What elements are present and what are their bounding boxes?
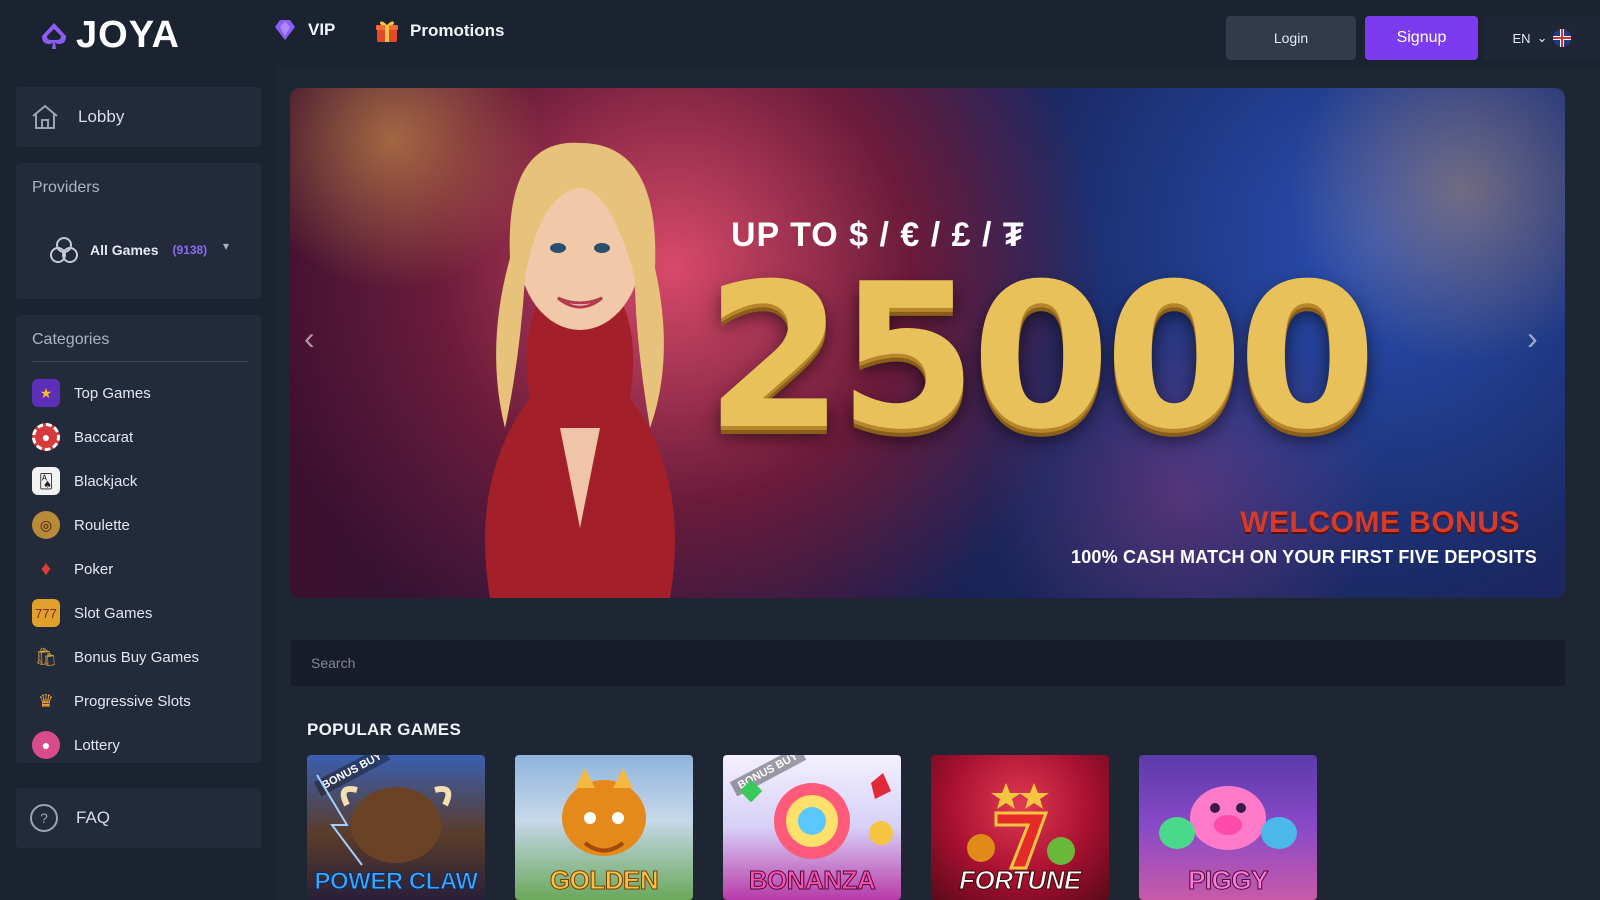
category-lottery[interactable]: ● Lottery <box>32 723 199 767</box>
category-label: Blackjack <box>74 472 138 490</box>
game-card-bonanza-billion[interactable]: BONUS BUY BONANZA <box>723 755 901 900</box>
game-card-fortune[interactable]: FORTUNE <box>931 755 1109 900</box>
all-games-selector[interactable]: All Games (9138) <box>48 235 207 265</box>
language-code: EN <box>1512 30 1531 46</box>
dragon-illustration <box>562 768 646 856</box>
category-poker[interactable]: ♦ Poker <box>32 547 199 591</box>
category-label: Slot Games <box>74 604 153 622</box>
categories-title: Categories <box>32 331 110 348</box>
category-label: Roulette <box>74 516 130 534</box>
popular-games-title: POPULAR GAMES <box>307 720 462 739</box>
category-label: Baccarat <box>74 428 134 446</box>
game-title: PIGGY <box>1188 865 1269 896</box>
uk-flag-icon <box>1553 29 1572 47</box>
banner-amount: 25000 <box>705 241 1377 474</box>
lottery-ball-icon: ● <box>32 731 60 759</box>
category-baccarat[interactable]: ● Baccarat <box>32 415 199 459</box>
banner-match: 100% CASH MATCH ON YOUR FIRST FIVE DEPOS… <box>1070 547 1537 567</box>
star-icon: ★ <box>32 379 60 407</box>
category-progressive-slots[interactable]: ♛ Progressive Slots <box>32 679 199 723</box>
category-label: Bonus Buy Games <box>74 648 200 666</box>
chevron-down-icon: ⌄ <box>1536 30 1548 45</box>
game-title: POWER CLAW <box>314 868 479 896</box>
poker-suit-icon: ♦ <box>40 557 52 580</box>
brand-logo[interactable]: JOYA <box>38 14 180 57</box>
bonus-buy-icon: 🛍 <box>34 646 58 667</box>
game-title: FORTUNE <box>959 865 1082 896</box>
question-icon: ? <box>30 804 58 832</box>
signup-button[interactable]: Signup <box>1365 16 1478 60</box>
candy-illustration <box>739 773 893 859</box>
piggy-bank-illustration <box>1159 786 1297 850</box>
providers-icon <box>50 237 78 263</box>
category-label: Lottery <box>74 736 120 754</box>
game-title: GOLDEN <box>549 865 659 896</box>
faq-label: FAQ <box>76 808 111 827</box>
providers-title: Providers <box>32 179 100 196</box>
categories-panel: Categories ★ Top Games ● Baccarat 🂡 Blac… <box>16 315 261 763</box>
model-illustration <box>485 142 675 598</box>
game-card-piggy-coins[interactable]: PIGGY <box>1139 755 1317 900</box>
crown-icon: ♛ <box>37 690 55 711</box>
category-label: Top Games <box>74 384 151 402</box>
chevron-down-icon[interactable]: ▾ <box>223 239 229 253</box>
nav-vip[interactable]: VIP <box>272 18 335 42</box>
diamond-icon <box>275 20 295 40</box>
all-games-label: All Games <box>90 242 159 258</box>
popular-games-row: BONUS BUY POWER CLAW GOLDEN BONUS BUY BO… <box>307 755 1317 900</box>
all-games-count: (9138) <box>172 243 208 257</box>
lucky-seven-icon <box>967 783 1075 870</box>
nav-promotions[interactable]: Promotions <box>374 18 504 44</box>
chip-icon: ● <box>32 423 60 451</box>
buffalo-illustration <box>316 774 452 866</box>
carousel-prev-icon[interactable]: ‹ <box>304 320 328 360</box>
spade-logo-icon <box>42 22 66 49</box>
gift-icon <box>376 21 398 42</box>
lobby-label: Lobby <box>78 107 125 126</box>
main-content: UP TO $ / € / £ / ₮ 25000 WELCOME BONUS … <box>276 68 1600 900</box>
sidebar-item-lobby[interactable]: Lobby <box>16 87 261 147</box>
category-label: Poker <box>74 560 114 578</box>
sidebar: Lobby Providers All Games (9138) ▾ Categ… <box>0 72 276 900</box>
login-button[interactable]: Login <box>1226 16 1356 60</box>
brand-name: JOYA <box>76 14 180 56</box>
category-blackjack[interactable]: 🂡 Blackjack <box>32 459 199 503</box>
category-top-games[interactable]: ★ Top Games <box>32 371 199 415</box>
providers-panel: Providers All Games (9138) ▾ <box>16 163 261 299</box>
category-roulette[interactable]: ◎ Roulette <box>32 503 199 547</box>
promo-banner[interactable]: UP TO $ / € / £ / ₮ 25000 WELCOME BONUS … <box>290 88 1565 598</box>
game-title: BONANZA <box>748 865 876 896</box>
category-slot-games[interactable]: 777 Slot Games <box>32 591 199 635</box>
roulette-wheel-icon: ◎ <box>32 511 60 539</box>
category-list: ★ Top Games ● Baccarat 🂡 Blackjack ◎ Rou… <box>32 371 199 767</box>
language-selector[interactable]: EN ⌄ <box>1484 16 1600 60</box>
nav-promotions-label: Promotions <box>410 21 505 40</box>
sidebar-item-faq[interactable]: ? FAQ <box>16 788 261 848</box>
nav-vip-label: VIP <box>308 20 336 39</box>
game-card-power-claw[interactable]: BONUS BUY POWER CLAW <box>307 755 485 900</box>
cards-icon: 🂡 <box>32 467 60 495</box>
game-card-golden-dragon[interactable]: GOLDEN <box>515 755 693 900</box>
category-label: Progressive Slots <box>74 692 191 710</box>
banner-welcome: WELCOME BONUS <box>1240 506 1520 539</box>
category-bonus-buy-games[interactable]: 🛍 Bonus Buy Games <box>32 635 200 679</box>
top-bar: JOYA VIP Promotions Login Signup EN ⌄ <box>0 0 1600 72</box>
carousel-next-icon[interactable]: › <box>1527 320 1551 360</box>
slot-machine-icon: 777 <box>32 599 60 627</box>
search-input[interactable] <box>291 640 1565 686</box>
home-icon <box>32 104 58 129</box>
divider <box>32 361 248 362</box>
